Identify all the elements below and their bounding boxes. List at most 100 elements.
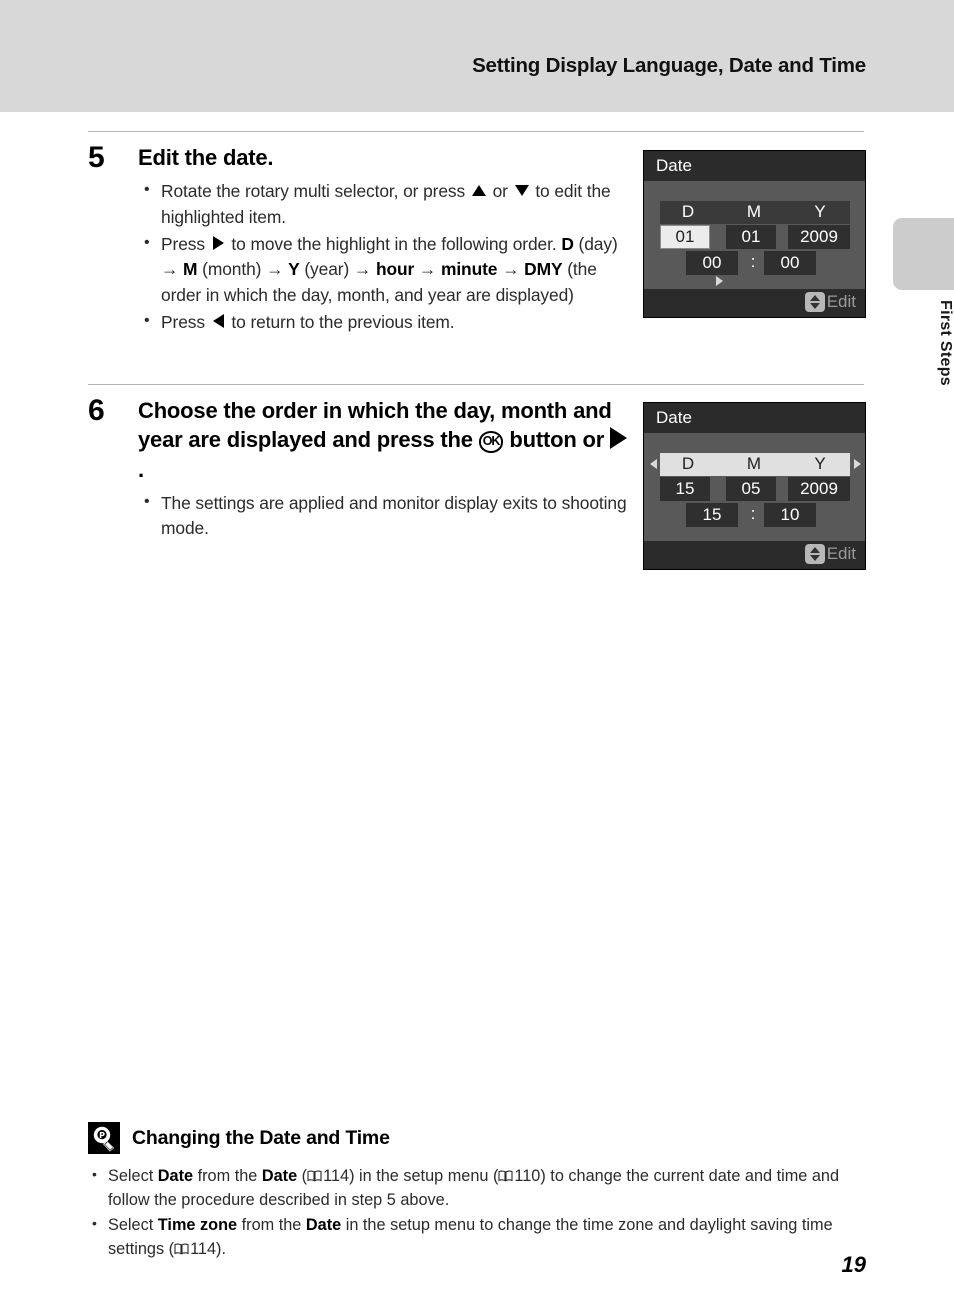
note-text-segment: ( [297,1167,308,1185]
down-arrow-glyph [809,555,820,561]
column-header-m: M [746,454,762,473]
year-field[interactable]: 2009 [788,477,850,501]
bullet-text-segment: → [497,259,525,280]
bullet-text-segment: (month) → [197,259,289,280]
note-text-segment: from the [237,1215,306,1234]
step-title-segment: . [138,456,144,482]
section-tab-label: First Steps [937,300,954,386]
day-field[interactable]: 01 [660,225,710,249]
step-6-title: Choose the order in which the day, month… [138,396,628,484]
screen-1-body: D M Y 01 01 2009 00 : 00 [644,181,865,289]
note-text-segment: Select [108,1215,158,1234]
bullet-text-segment: The settings are applied and monitor dis… [161,492,627,539]
svg-text:P: P [99,1131,105,1140]
menu-name-time-zone: Time zone [157,1215,238,1234]
step-6: 6 Choose the order in which the day, mon… [88,396,628,544]
step-title-segment: button or [503,427,610,453]
nav-left-arrow-icon[interactable] [650,459,657,469]
list-item: Select Date from the Date (114) in the s… [88,1164,868,1213]
step-5-title: Edit the date. [138,145,274,170]
screen-1-title: Date [644,151,865,181]
screen-1-footer: Edit [644,289,865,317]
bullet-text-segment: to return to the previous item. [226,312,455,333]
note-text-segment: 114) in the setup menu ( [323,1167,499,1185]
bullet-text-segment: → [414,259,441,280]
step-6-number: 6 [88,394,105,427]
key-label-d: D [561,234,574,255]
month-field[interactable]: 01 [726,225,776,249]
screen-2-body: D M Y 15 05 2009 15 : 10 [644,433,865,541]
triangle-right-icon [609,427,627,450]
triangle-down-icon [514,185,529,197]
list-item: Press to return to the previous item. [138,309,628,335]
note-title: Changing the Date and Time [132,1126,390,1149]
bullet-text-segment: or [487,181,513,202]
note-text-segment: 114). [190,1239,226,1258]
divider-top [88,131,864,132]
screen-1-column-header-row: D M Y [660,201,850,224]
month-field[interactable]: 05 [726,477,776,501]
key-label-m: M [183,259,198,280]
up-down-edit-icon [804,292,825,312]
screen-2-value-row: 15 05 2009 [660,477,850,501]
time-separator: : [750,504,756,523]
note-header: P Changing the Date and Time [88,1122,868,1154]
book-icon [498,1166,513,1182]
key-label-hour: hour [375,259,415,280]
camera-screen-date-edit: Date D M Y 01 01 2009 00 : 00 Edit [643,150,866,318]
list-item: Rotate the rotary multi selector, or pre… [138,178,628,230]
up-down-edit-icon [804,544,825,564]
column-header-m: M [746,202,762,221]
list-item: Select Time zone from the Date in the se… [88,1213,868,1262]
step-5-bullet-list: Rotate the rotary multi selector, or pre… [138,178,628,335]
step-5-number: 5 [88,141,105,174]
bullet-text-segment: Press [161,312,210,333]
bullet-text-segment: (year) → [299,259,376,280]
page-number: 19 [841,1252,866,1277]
year-field[interactable]: 2009 [788,225,850,249]
screen-2-footer: Edit [644,541,865,569]
day-field[interactable]: 15 [660,477,710,501]
ok-button-icon: OK [478,431,504,453]
screen-2-dmy-bar-highlighted[interactable]: D M Y [660,453,850,476]
minute-field[interactable]: 10 [764,503,816,527]
screen-2-edit-hint: Edit [804,544,856,564]
right-cursor-icon [716,276,723,286]
key-label-dmy: DMY [524,259,563,280]
triangle-up-icon [471,185,486,197]
edit-label: Edit [826,544,856,563]
bullet-text-segment: Rotate the rotary multi selector, or pre… [161,181,470,202]
book-icon [307,1166,322,1182]
screen-1-dmy-bar: D M Y [660,201,850,224]
list-item: The settings are applied and monitor dis… [138,490,628,542]
menu-name-date: Date [157,1167,194,1185]
menu-name-date: Date [261,1167,298,1185]
hour-field[interactable]: 15 [686,503,738,527]
list-item: Press to move the highlight in the follo… [138,231,628,308]
column-header-y: Y [814,454,826,473]
column-header-d: D [681,454,695,473]
camera-screen-date-order: Date D M Y 15 05 2009 15 : 10 Edit [643,402,866,570]
minute-field[interactable]: 00 [764,251,816,275]
column-header-d: D [681,202,695,221]
note-text-segment: from the [193,1167,262,1185]
key-label-minute: minute [440,259,498,280]
screen-1-time-row: 00 : 00 [660,251,850,275]
step-5: 5 Edit the date. Rotate the rotary multi… [88,143,628,338]
divider-middle [88,384,864,385]
hour-field[interactable]: 00 [686,251,738,275]
edit-label: Edit [826,292,856,311]
book-icon [174,1239,189,1255]
triangle-right-icon [212,236,224,251]
down-arrow-glyph [809,303,820,309]
menu-name-date: Date [305,1215,342,1234]
note-text-segment: Select [108,1167,158,1185]
screen-2-column-header-row: D M Y [660,453,850,476]
step-6-bullet-list: The settings are applied and monitor dis… [138,490,628,542]
screen-2-title: Date [644,403,865,433]
up-arrow-glyph [809,547,820,553]
page-header-title: Setting Display Language, Date and Time [472,54,866,77]
note-block: P Changing the Date and Time Select Date… [88,1122,868,1263]
nav-right-arrow-icon[interactable] [854,459,861,469]
section-tab-marker [893,218,954,290]
